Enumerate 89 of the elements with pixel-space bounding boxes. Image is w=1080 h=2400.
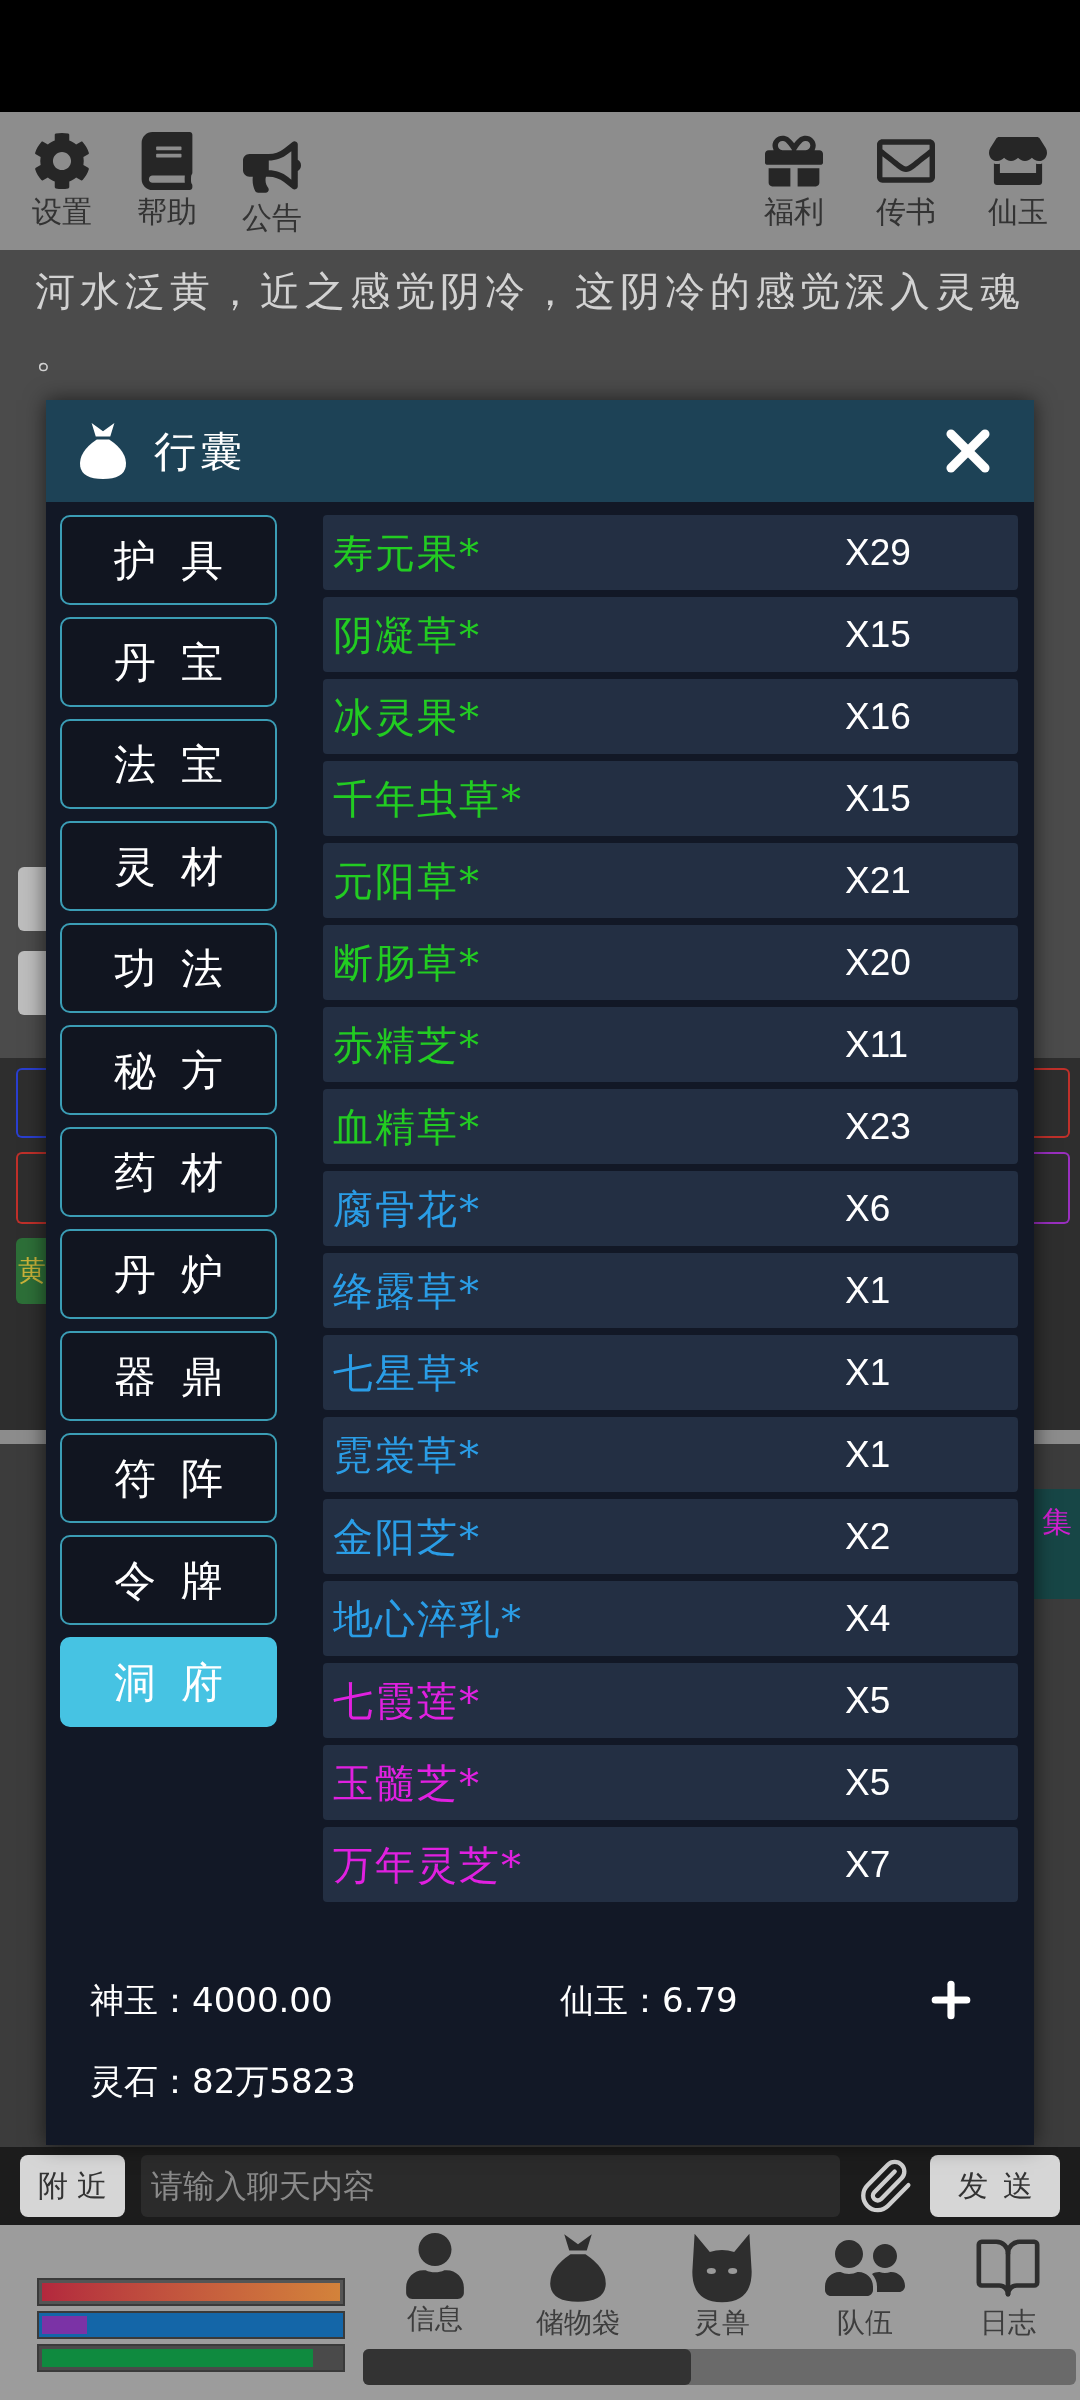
item-row[interactable]: 地心淬乳* X4 (323, 1581, 1018, 1656)
item-name: 七霞莲* (333, 1676, 482, 1726)
item-row[interactable]: 绛露草* X1 (323, 1253, 1018, 1328)
item-name: 赤精芝* (333, 1020, 482, 1070)
currency-text: 仙玉：6.79 (560, 1978, 738, 2022)
send-button[interactable]: 发送 (930, 2155, 1060, 2217)
gear-icon (33, 132, 91, 190)
item-row[interactable]: 金阳芝* X2 (323, 1499, 1018, 1574)
item-name: 万年灵芝* (333, 1840, 524, 1890)
item-count: X21 (845, 858, 911, 903)
category-tab[interactable]: 丹炉 (60, 1229, 277, 1319)
cat-head-icon (690, 2233, 753, 2303)
item-count: X20 (845, 940, 911, 985)
storage-bag-button[interactable]: 储物袋 (506, 2233, 650, 2341)
settings-button[interactable]: 设置 (22, 132, 102, 236)
megaphone-icon (243, 138, 301, 196)
item-row[interactable]: 赤精芝* X11 (323, 1007, 1018, 1082)
chat-input[interactable]: 请输入聊天内容 (141, 2155, 840, 2217)
item-count: X5 (845, 1760, 891, 1805)
item-name: 玉髓芝* (333, 1758, 482, 1808)
item-count: X1 (845, 1268, 891, 1313)
tag-edge: 黄 (16, 1238, 46, 1304)
scrollbar-thumb[interactable] (363, 2349, 691, 2385)
item-count: X7 (845, 1842, 891, 1887)
item-name: 腐骨花* (333, 1184, 482, 1234)
item-count: X5 (845, 1678, 891, 1723)
category-tab[interactable]: 护具 (60, 515, 277, 605)
item-count: X2 (845, 1514, 891, 1559)
item-row[interactable]: 元阳草* X21 (323, 843, 1018, 918)
item-name: 寿元果* (333, 528, 482, 578)
button-edge (18, 867, 46, 931)
item-name: 七星草* (333, 1348, 482, 1398)
item-name: 地心淬乳* (333, 1594, 524, 1644)
log-button[interactable]: 日志 (936, 2233, 1080, 2341)
item-count: X15 (845, 612, 911, 657)
item-name: 血精草* (333, 1102, 482, 1152)
story-text: 河水泛黄，近之感觉阴冷，这阴冷的感觉深入灵魂。 (34, 267, 1026, 378)
item-name: 千年虫草* (333, 774, 524, 824)
item-name: 断肠草* (333, 938, 482, 988)
item-row[interactable]: 寿元果* X29 (323, 515, 1018, 590)
item-name: 绛露草* (333, 1266, 482, 1316)
item-row[interactable]: 血精草* X23 (323, 1089, 1018, 1164)
item-count: X1 (845, 1432, 891, 1477)
item-name: 元阳草* (333, 856, 482, 906)
category-tab[interactable]: 器鼎 (60, 1331, 277, 1421)
item-name: 阴凝草* (333, 610, 482, 660)
button-edge (18, 951, 46, 1015)
announcement-button[interactable]: 公告 (232, 132, 312, 236)
item-row[interactable]: 霓裳草* X1 (323, 1417, 1018, 1492)
dialog-title: 行囊 (154, 425, 246, 478)
item-count: X15 (845, 776, 911, 821)
help-button[interactable]: 帮助 (127, 132, 207, 236)
category-tab[interactable]: 法宝 (60, 719, 277, 809)
info-button[interactable]: 信息 (363, 2233, 507, 2341)
item-row[interactable]: 七霞莲* X5 (323, 1663, 1018, 1738)
item-count: X29 (845, 530, 911, 575)
item-name: 霓裳草* (333, 1430, 482, 1480)
item-row[interactable]: 冰灵果* X16 (323, 679, 1018, 754)
channel-button[interactable]: 附近 (20, 2155, 125, 2217)
item-row[interactable]: 万年灵芝* X7 (323, 1827, 1018, 1902)
category-tab[interactable]: 丹宝 (60, 617, 277, 707)
team-button[interactable]: 队伍 (793, 2233, 937, 2341)
item-row[interactable]: 阴凝草* X15 (323, 597, 1018, 672)
item-name: 金阳芝* (333, 1512, 482, 1562)
category-tab[interactable]: 令牌 (60, 1535, 277, 1625)
category-tab[interactable]: 灵材 (60, 821, 277, 911)
item-row[interactable]: 七星草* X1 (323, 1335, 1018, 1410)
item-row[interactable]: 千年虫草* X15 (323, 761, 1018, 836)
item-count: X1 (845, 1350, 891, 1395)
item-row[interactable]: 断肠草* X20 (323, 925, 1018, 1000)
item-name: 冰灵果* (333, 692, 482, 742)
currency-text: 灵石：82万5823 (90, 2059, 357, 2103)
item-count: X6 (845, 1186, 891, 1231)
category-tab[interactable]: 药材 (60, 1127, 277, 1217)
mail-button[interactable]: 传书 (866, 132, 946, 230)
item-row[interactable]: 腐骨花* X6 (323, 1171, 1018, 1246)
item-count: X4 (845, 1596, 891, 1641)
item-row[interactable]: 玉髓芝* X5 (323, 1745, 1018, 1820)
pet-button[interactable]: 灵兽 (649, 2233, 794, 2341)
item-count: X16 (845, 694, 911, 739)
currency-text: 神玉：4000.00 (90, 1978, 334, 2022)
shop-button[interactable]: 仙玉 (978, 132, 1058, 230)
category-tab[interactable]: 功法 (60, 923, 277, 1013)
category-tab[interactable]: 符阵 (60, 1433, 277, 1523)
item-count: X11 (845, 1022, 909, 1067)
category-tab[interactable]: 秘方 (60, 1025, 277, 1115)
gift-button[interactable]: 福利 (754, 132, 834, 230)
sack-icon (78, 422, 128, 480)
item-count: X23 (845, 1104, 911, 1149)
